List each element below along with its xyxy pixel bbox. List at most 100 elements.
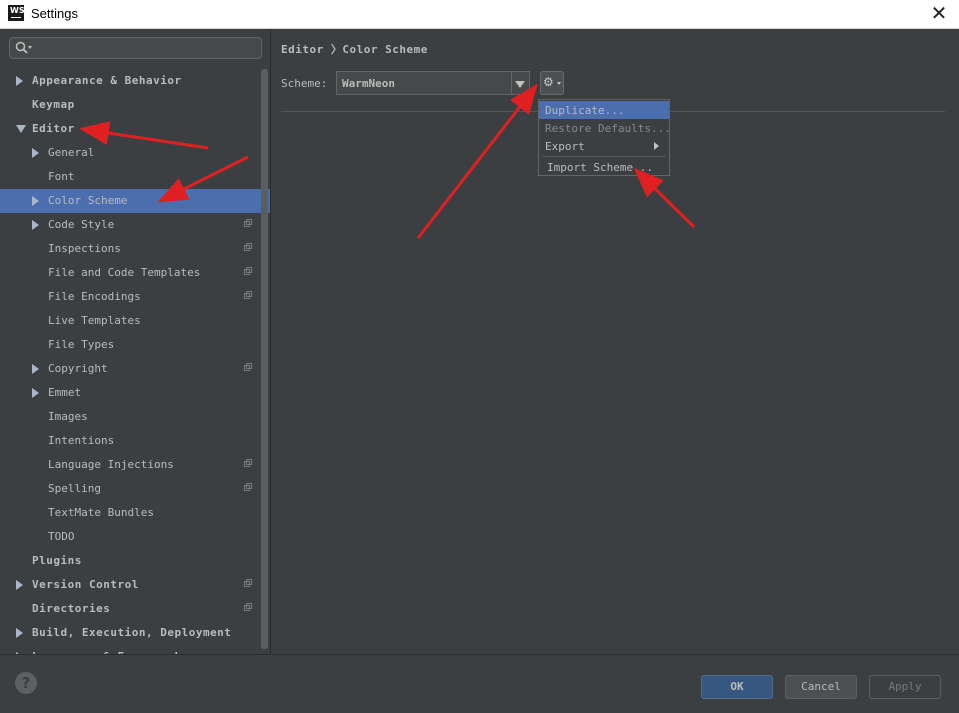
- expand-right-icon[interactable]: [32, 388, 39, 398]
- sidebar-item-live-templates[interactable]: Live Templates: [0, 309, 270, 333]
- menu-item-export[interactable]: Export: [539, 137, 669, 155]
- expand-right-icon[interactable]: [16, 76, 23, 86]
- sidebar-item-label: Color Scheme: [48, 194, 128, 207]
- cancel-button[interactable]: Cancel: [785, 675, 857, 699]
- menu-item-import-scheme[interactable]: Import Scheme...: [539, 158, 669, 176]
- sidebar-item-code-style[interactable]: Code Style: [0, 213, 270, 237]
- gear-icon: ⚙: [543, 75, 554, 89]
- sidebar-item-textmate-bundles[interactable]: TextMate Bundles: [0, 501, 270, 525]
- sidebar-item-todo[interactable]: TODO: [0, 525, 270, 549]
- scheme-dropdown[interactable]: WarmNeon: [336, 71, 530, 95]
- project-settings-icon: [244, 483, 253, 492]
- webstorm-logo-icon: WS: [8, 5, 25, 21]
- search-icon: [15, 41, 32, 54]
- expand-right-icon[interactable]: [32, 148, 39, 158]
- sidebar-item-label: Emmet: [48, 386, 82, 399]
- menu-item-label: Restore Defaults...: [545, 122, 671, 135]
- menu-item-duplicate[interactable]: Duplicate...: [539, 101, 669, 119]
- sidebar-item-spelling[interactable]: Spelling: [0, 477, 270, 501]
- menu-separator: [542, 156, 666, 157]
- scheme-actions-button[interactable]: ⚙: [540, 71, 564, 95]
- sidebar-item-label: Copyright: [48, 362, 108, 375]
- dialog-footer: ? OK Cancel Apply: [0, 654, 959, 713]
- menu-item-restore-defaults[interactable]: Restore Defaults...: [539, 119, 671, 137]
- window-title: Settings: [31, 6, 78, 21]
- sidebar-item-label: Images: [48, 410, 88, 423]
- sidebar-item-plugins[interactable]: Plugins: [0, 549, 270, 573]
- sidebar-item-editor[interactable]: Editor: [0, 117, 270, 141]
- sidebar-item-label: File Encodings: [48, 290, 141, 303]
- sidebar-item-general[interactable]: General: [0, 141, 270, 165]
- expand-right-icon[interactable]: [32, 364, 39, 374]
- expand-right-icon[interactable]: [16, 628, 23, 638]
- menu-item-label: Duplicate...: [545, 104, 625, 117]
- sidebar-item-build-execution-deployment[interactable]: Build, Execution, Deployment: [0, 621, 270, 645]
- help-icon[interactable]: ?: [15, 672, 37, 694]
- expand-down-icon[interactable]: [16, 125, 26, 133]
- breadcrumb: Editor 〉Color Scheme: [281, 43, 428, 56]
- project-settings-icon: [244, 291, 253, 300]
- menu-item-label: Export: [545, 140, 585, 153]
- settings-sidebar: Appearance & Behavior Keymap Editor General…: [0, 29, 271, 654]
- sidebar-item-appearance-behavior[interactable]: Appearance & Behavior: [0, 69, 270, 93]
- sidebar-item-file-and-code-templates[interactable]: File and Code Templates: [0, 261, 270, 285]
- sidebar-item-label: Editor: [32, 122, 75, 135]
- expand-right-icon[interactable]: [32, 220, 39, 230]
- project-settings-icon: [244, 579, 253, 588]
- sidebar-item-label: Build, Execution, Deployment: [32, 626, 232, 639]
- sidebar-item-file-encodings[interactable]: File Encodings: [0, 285, 270, 309]
- chevron-down-icon: [515, 81, 525, 88]
- project-settings-icon: [244, 219, 253, 228]
- sidebar-item-font[interactable]: Font: [0, 165, 270, 189]
- sidebar-item-images[interactable]: Images: [0, 405, 270, 429]
- scheme-actions-menu: Duplicate... Restore Defaults... Export …: [538, 99, 671, 176]
- sidebar-item-label: Language Injections: [48, 458, 174, 471]
- title-bar: WS Settings ✕: [0, 0, 959, 29]
- sidebar-item-language-injections[interactable]: Language Injections: [0, 453, 270, 477]
- sidebar-item-keymap[interactable]: Keymap: [0, 93, 270, 117]
- ok-button[interactable]: OK: [701, 675, 773, 699]
- sidebar-item-label: Appearance & Behavior: [32, 74, 182, 87]
- sidebar-item-copyright[interactable]: Copyright: [0, 357, 270, 381]
- submenu-arrow-icon: [654, 142, 659, 150]
- sidebar-item-label: Plugins: [32, 554, 82, 567]
- menu-item-label: Import Scheme...: [547, 161, 653, 174]
- project-settings-icon: [244, 603, 253, 612]
- sidebar-item-color-scheme[interactable]: Color Scheme: [0, 189, 270, 213]
- sidebar-item-label: General: [48, 146, 95, 159]
- sidebar-item-label: TODO: [48, 530, 75, 543]
- sidebar-scrollbar[interactable]: [261, 69, 268, 649]
- scheme-value: WarmNeon: [342, 77, 395, 90]
- sidebar-item-version-control[interactable]: Version Control: [0, 573, 270, 597]
- sidebar-item-label: File and Code Templates: [48, 266, 201, 279]
- dropdown-separator: [511, 72, 512, 94]
- sidebar-item-inspections[interactable]: Inspections: [0, 237, 270, 261]
- apply-button[interactable]: Apply: [869, 675, 941, 699]
- caret-down-icon: [557, 82, 561, 85]
- sidebar-item-label: Keymap: [32, 98, 75, 111]
- sidebar-item-label: File Types: [48, 338, 115, 351]
- project-settings-icon: [244, 243, 253, 252]
- sidebar-item-languages-frameworks[interactable]: Languages & Frameworks: [0, 645, 270, 654]
- sidebar-item-label: Directories: [32, 602, 111, 615]
- sidebar-item-label: TextMate Bundles: [48, 506, 154, 519]
- project-settings-icon: [244, 267, 253, 276]
- search-input[interactable]: [9, 37, 262, 59]
- expand-right-icon[interactable]: [32, 196, 39, 206]
- sidebar-item-label: Font: [48, 170, 75, 183]
- close-icon[interactable]: ✕: [927, 2, 951, 24]
- project-settings-icon: [244, 459, 253, 468]
- sidebar-item-label: Intentions: [48, 434, 115, 447]
- sidebar-item-label: Spelling: [48, 482, 101, 495]
- sidebar-item-file-types[interactable]: File Types: [0, 333, 270, 357]
- sidebar-item-label: Version Control: [32, 578, 139, 591]
- scheme-label: Scheme:: [281, 77, 328, 90]
- project-settings-icon: [244, 363, 253, 372]
- sidebar-item-label: Live Templates: [48, 314, 141, 327]
- expand-right-icon[interactable]: [16, 580, 23, 590]
- sidebar-item-emmet[interactable]: Emmet: [0, 381, 270, 405]
- sidebar-item-intentions[interactable]: Intentions: [0, 429, 270, 453]
- sidebar-item-label: Inspections: [48, 242, 121, 255]
- sidebar-item-label: Code Style: [48, 218, 115, 231]
- sidebar-item-directories[interactable]: Directories: [0, 597, 270, 621]
